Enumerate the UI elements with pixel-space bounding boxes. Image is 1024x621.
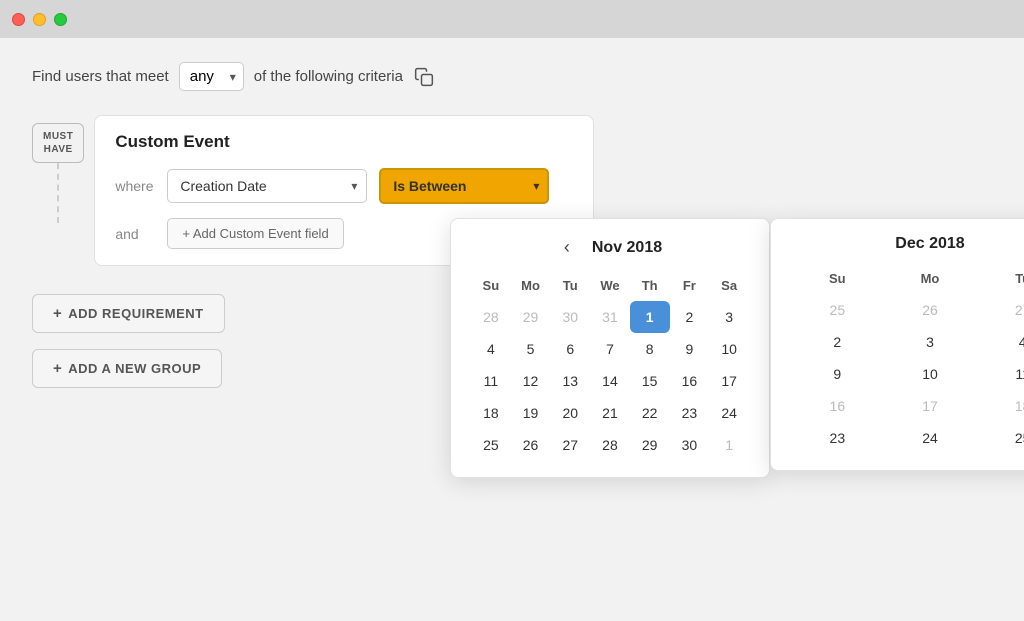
calendar-day[interactable]: 28 [590, 429, 630, 461]
calendar-day-2[interactable]: 10 [884, 358, 977, 390]
day-header-fr: Fr [670, 274, 710, 301]
calendar-day-2[interactable]: 23 [791, 422, 884, 454]
calendar-day[interactable]: 7 [590, 333, 630, 365]
calendar-day[interactable]: 11 [471, 365, 511, 397]
calendar-day-2[interactable]: 17 [884, 390, 977, 422]
calendar-day-2[interactable]: 2 [791, 326, 884, 358]
add-new-group-button[interactable]: + ADD A NEW GROUP [32, 349, 222, 388]
calendar-title-2: Dec 2018 [895, 235, 964, 253]
calendar-day[interactable]: 30 [670, 429, 710, 461]
condition-select[interactable]: Is Between [379, 168, 549, 204]
calendar-grid: Su Mo Tu We Th Fr Sa 2829303112345678910… [471, 274, 749, 461]
day-header-mo2: Mo [884, 267, 977, 294]
calendar-day-2[interactable]: 16 [791, 390, 884, 422]
calendar-day-2[interactable]: 9 [791, 358, 884, 390]
calendar-day[interactable]: 4 [471, 333, 511, 365]
calendar-day[interactable]: 15 [630, 365, 670, 397]
calendar-day-2[interactable]: 25 [791, 294, 884, 326]
field-select[interactable]: Creation Date [167, 169, 367, 203]
calendar-day-2[interactable]: 4 [976, 326, 1024, 358]
calendar-day[interactable]: 26 [511, 429, 551, 461]
plus-icon2: + [53, 360, 62, 377]
day-header-we: We [590, 274, 630, 301]
calendar-day[interactable]: 3 [709, 301, 749, 333]
calendar-day[interactable]: 22 [630, 397, 670, 429]
calendar-day[interactable]: 14 [590, 365, 630, 397]
day-header-tu2: Tu [976, 267, 1024, 294]
calendar-day-2[interactable]: 25 [976, 422, 1024, 454]
calendar-day[interactable]: 18 [471, 397, 511, 429]
calendar-day-2[interactable]: 26 [884, 294, 977, 326]
calendar-day[interactable]: 12 [511, 365, 551, 397]
calendar-dec-2018: Dec 2018 Su Mo Tu 2526272349101116171823… [770, 218, 1024, 471]
connector-line [57, 163, 59, 223]
calendar-day[interactable]: 2 [670, 301, 710, 333]
close-button[interactable] [12, 13, 25, 26]
calendar-day[interactable]: 30 [550, 301, 590, 333]
calendar-day[interactable]: 25 [471, 429, 511, 461]
calendar-day[interactable]: 13 [550, 365, 590, 397]
calendar-day[interactable]: 24 [709, 397, 749, 429]
find-users-suffix: of the following criteria [254, 68, 403, 85]
event-block-title: Custom Event [115, 132, 573, 152]
calendar-day[interactable]: 5 [511, 333, 551, 365]
must-have-badge: MUST HAVE [32, 123, 84, 163]
calendar-day[interactable]: 29 [511, 301, 551, 333]
calendar-day[interactable]: 27 [550, 429, 590, 461]
calendar-day[interactable]: 17 [709, 365, 749, 397]
calendar-day[interactable]: 8 [630, 333, 670, 365]
day-header-mo: Mo [511, 274, 551, 301]
add-requirement-label: ADD REQUIREMENT [68, 306, 203, 321]
calendar-day[interactable]: 1 [630, 301, 670, 333]
minimize-button[interactable] [33, 13, 46, 26]
add-group-label: ADD A NEW GROUP [68, 361, 201, 376]
condition-select-wrapper[interactable]: Is Between [379, 168, 549, 204]
calendar-grid-2: Su Mo Tu 25262723491011161718232425 [791, 267, 1024, 454]
and-label: and [115, 226, 155, 242]
day-header-su2: Su [791, 267, 884, 294]
calendar-day-2[interactable]: 18 [976, 390, 1024, 422]
where-label: where [115, 178, 155, 194]
day-header-sa: Sa [709, 274, 749, 301]
maximize-button[interactable] [54, 13, 67, 26]
calendar-day-2[interactable]: 27 [976, 294, 1024, 326]
calendar-prev-button[interactable]: ‹ [558, 235, 576, 260]
calendar-nov-2018: ‹ Nov 2018 Su Mo Tu We Th Fr Sa 28293031… [450, 218, 770, 478]
field-select-wrapper[interactable]: Creation Date [167, 169, 367, 203]
calendar-day[interactable]: 16 [670, 365, 710, 397]
calendar-day[interactable]: 28 [471, 301, 511, 333]
calendar-day[interactable]: 31 [590, 301, 630, 333]
find-users-prefix: Find users that meet [32, 68, 169, 85]
calendar-title: Nov 2018 [592, 239, 662, 257]
calendar-day-2[interactable]: 11 [976, 358, 1024, 390]
add-requirement-button[interactable]: + ADD REQUIREMENT [32, 294, 225, 333]
calendar-day[interactable]: 1 [709, 429, 749, 461]
calendar-day-2[interactable]: 3 [884, 326, 977, 358]
title-bar [0, 0, 1024, 38]
calendar-day[interactable]: 10 [709, 333, 749, 365]
calendar-header-2: Dec 2018 [791, 235, 1024, 253]
calendar-day[interactable]: 21 [590, 397, 630, 429]
any-select[interactable]: any all [179, 62, 244, 91]
calendar-day[interactable]: 19 [511, 397, 551, 429]
top-bar: Find users that meet any all of the foll… [32, 62, 992, 91]
plus-icon: + [53, 305, 62, 322]
day-header-su: Su [471, 274, 511, 301]
day-header-th: Th [630, 274, 670, 301]
calendar-day[interactable]: 20 [550, 397, 590, 429]
add-custom-event-field-button[interactable]: + Add Custom Event field [167, 218, 343, 249]
copy-icon[interactable] [413, 66, 435, 88]
calendar-header: ‹ Nov 2018 [471, 235, 749, 260]
calendar-day[interactable]: 9 [670, 333, 710, 365]
where-row: where Creation Date Is Between [115, 168, 573, 204]
day-header-tu: Tu [550, 274, 590, 301]
calendar-day-2[interactable]: 24 [884, 422, 977, 454]
calendar-day[interactable]: 6 [550, 333, 590, 365]
calendar-day[interactable]: 23 [670, 397, 710, 429]
main-content: Find users that meet any all of the foll… [0, 38, 1024, 621]
calendar-day[interactable]: 29 [630, 429, 670, 461]
any-select-wrapper[interactable]: any all [179, 62, 244, 91]
